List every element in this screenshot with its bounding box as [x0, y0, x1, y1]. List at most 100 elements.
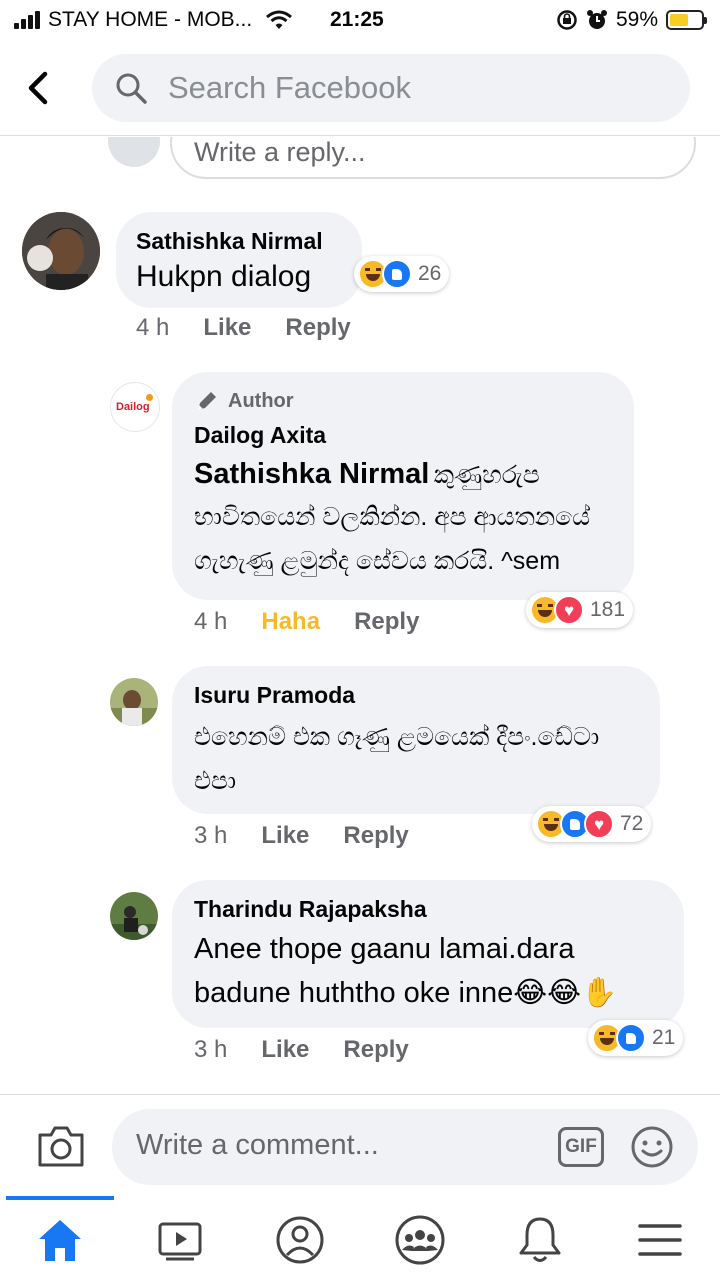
carrier-label: STAY HOME - MOB...: [48, 8, 253, 31]
nav-profile[interactable]: [240, 1208, 360, 1272]
author-badge: Author: [194, 388, 612, 414]
reply-placeholder: Write a reply...: [194, 137, 366, 167]
page-logo-text: Dailog: [116, 401, 150, 413]
gif-label: GIF: [565, 1136, 597, 1157]
active-tab-indicator: [6, 1196, 114, 1200]
reaction-count: 26: [418, 262, 442, 285]
reaction-count: 181: [590, 598, 626, 621]
like-button[interactable]: Like: [261, 822, 309, 850]
reaction-summary[interactable]: 26: [354, 256, 450, 292]
reaction-summary[interactable]: 21: [588, 1020, 684, 1056]
reaction-summary[interactable]: 181: [526, 592, 634, 628]
my-avatar: [108, 137, 160, 167]
author-badge-label: Author: [228, 389, 294, 412]
nav-home[interactable]: [0, 1208, 120, 1272]
comment-text-line: එහෙනම් එක ගෑණු ළමයෙක් දීපං.ඩේටා: [194, 723, 600, 751]
search-placeholder: Search Facebook: [168, 70, 411, 105]
avatar-photo: [110, 678, 158, 726]
reply-button[interactable]: Reply: [343, 822, 408, 850]
pencil-icon: [198, 392, 216, 410]
avatar[interactable]: [110, 678, 158, 726]
comment-time[interactable]: 4 h: [194, 608, 227, 636]
clock: 21:25: [330, 8, 384, 31]
reaction-count: 72: [620, 812, 644, 835]
battery-fill: [670, 14, 688, 26]
comment-text: Sathishka Nirmal කුණුහරුප භාවිතයෙන් වලකි…: [194, 453, 612, 583]
comment-author[interactable]: Isuru Pramoda: [194, 682, 638, 709]
comment-placeholder: Write a comment...: [136, 1129, 379, 1161]
comment-actions: 3 h Like Reply: [194, 822, 409, 850]
page-logo-mark: [146, 394, 153, 401]
home-icon: [39, 1220, 81, 1261]
comment-actions: 4 h Haha Reply: [194, 608, 419, 636]
comment-composer: Write a comment... GIF: [0, 1094, 720, 1196]
like-reaction-icon: [616, 1023, 646, 1053]
comment-bubble[interactable]: Isuru Pramoda එහෙනම් එක ගෑණු ළමයෙක් දීපං…: [172, 666, 660, 814]
like-button[interactable]: Like: [261, 1036, 309, 1064]
comment-text-line: කුණුහරුප: [433, 461, 540, 489]
avatar-photo: [110, 892, 158, 940]
camera-icon[interactable]: [36, 1123, 86, 1169]
comment-time[interactable]: 3 h: [194, 1036, 227, 1064]
carrier-group: STAY HOME - MOB...: [14, 8, 293, 32]
comment-text-line: භාවිතයෙන් වලකින්න. අප ආයතනයේ: [194, 503, 591, 531]
comment-author[interactable]: Sathishka Nirmal: [136, 228, 342, 255]
comment-bubble[interactable]: Author Dailog Axita Sathishka Nirmal කුණ…: [172, 372, 634, 600]
reply-input-row: Write a reply...: [0, 137, 720, 187]
top-header: Search Facebook: [0, 40, 720, 136]
alarm-icon: [586, 10, 607, 29]
reply-button[interactable]: Reply: [285, 314, 350, 342]
comment-author[interactable]: Tharindu Rajapaksha: [194, 896, 662, 923]
profile-icon: [276, 1216, 324, 1264]
comment-text: Hukpn dialog: [136, 260, 312, 293]
reply-input[interactable]: Write a reply...: [170, 137, 696, 179]
comment-time[interactable]: 4 h: [136, 314, 169, 342]
battery-percent: 59%: [615, 8, 658, 31]
reaction-summary[interactable]: 72: [532, 806, 652, 842]
haha-button[interactable]: Haha: [261, 608, 320, 636]
nav-groups[interactable]: [360, 1208, 480, 1272]
comment-actions: 4 h Like Reply: [136, 314, 351, 342]
status-bar: STAY HOME - MOB... 21:25 59%: [0, 0, 720, 40]
like-button[interactable]: Like: [203, 314, 251, 342]
reaction-count: 21: [652, 1026, 676, 1049]
comment-input[interactable]: Write a comment... GIF: [112, 1109, 698, 1185]
watch-icon: [158, 1222, 202, 1261]
comment-bubble[interactable]: Tharindu Rajapaksha Anee thope gaanu lam…: [172, 880, 684, 1028]
reply-button[interactable]: Reply: [354, 608, 419, 636]
battery-icon: [666, 10, 707, 30]
comment-bubble[interactable]: Sathishka Nirmal Hukpn dialog: [116, 212, 362, 308]
nav-watch[interactable]: [120, 1208, 240, 1272]
wifi-icon: [266, 10, 293, 29]
page-avatar[interactable]: Dailog: [110, 382, 160, 432]
comment-mention[interactable]: Sathishka Nirmal: [194, 458, 429, 490]
avatar[interactable]: [110, 892, 158, 940]
signal-icon: [14, 11, 40, 29]
comment-text-line: එපා: [194, 767, 237, 795]
groups-icon: [395, 1215, 445, 1265]
chevron-left-icon[interactable]: [20, 68, 60, 108]
comment-actions: 3 h Like Reply: [194, 1036, 409, 1064]
comment-text-line: Anee thope gaanu lamai.dara: [194, 933, 575, 965]
emoji-icon[interactable]: [630, 1125, 674, 1169]
search-icon: [116, 73, 147, 104]
status-right: 59%: [556, 8, 707, 32]
love-reaction-icon: [554, 595, 584, 625]
menu-icon: [638, 1224, 682, 1256]
avatar[interactable]: [22, 212, 100, 290]
reply-button[interactable]: Reply: [343, 1036, 408, 1064]
comment-text-line: badune huththo oke inne😂😂✋: [194, 977, 618, 1009]
comment-author[interactable]: Dailog Axita: [194, 422, 612, 449]
like-reaction-icon: [382, 259, 412, 289]
gif-button[interactable]: GIF: [558, 1127, 604, 1167]
search-bar[interactable]: Search Facebook: [92, 54, 690, 122]
avatar-photo: [22, 212, 100, 290]
nav-menu[interactable]: [600, 1208, 720, 1272]
nav-notifications[interactable]: [480, 1208, 600, 1272]
love-reaction-icon: [584, 809, 614, 839]
comment-text-line: ගැහැණු ළමුන්ද සේවය කරයි. ^sem: [194, 547, 561, 575]
rotation-lock-icon: [557, 10, 577, 30]
comment-time[interactable]: 3 h: [194, 822, 227, 850]
notifications-icon: [519, 1217, 561, 1262]
bottom-nav: [0, 1196, 720, 1280]
